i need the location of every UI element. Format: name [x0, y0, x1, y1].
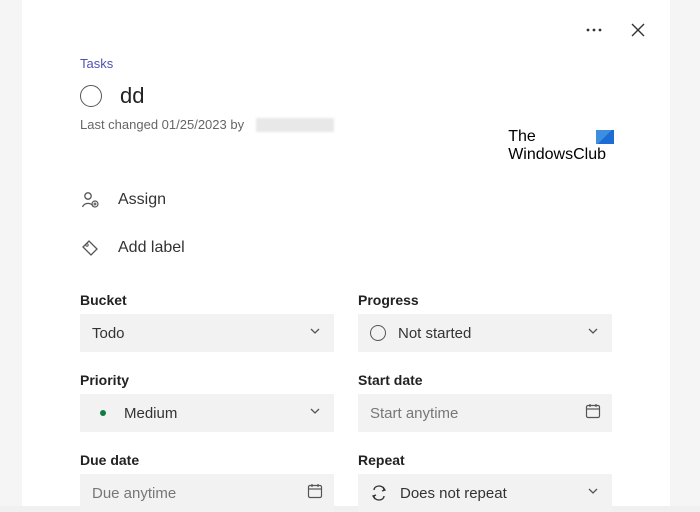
chevron-down-icon — [586, 324, 600, 342]
task-title[interactable]: dd — [120, 83, 144, 109]
add-label-button[interactable]: Add label — [80, 224, 612, 272]
assign-label: Assign — [118, 191, 166, 209]
bucket-field: Bucket Todo — [80, 282, 334, 352]
bucket-select[interactable]: Todo — [80, 314, 334, 352]
progress-value: Not started — [398, 325, 471, 342]
watermark: The WindowsClub — [508, 128, 606, 163]
progress-label: Progress — [358, 292, 612, 308]
assign-person-icon — [80, 190, 100, 210]
tag-icon — [80, 238, 100, 258]
chevron-down-icon — [308, 404, 322, 422]
title-row: dd — [80, 83, 612, 109]
start-date-input[interactable]: Start anytime — [358, 394, 612, 432]
close-button[interactable] — [624, 16, 652, 44]
meta-text: Last changed 01/25/2023 by — [80, 117, 244, 132]
due-date-placeholder: Due anytime — [92, 485, 176, 502]
priority-value: Medium — [124, 405, 177, 422]
fields-grid: Bucket Todo Progress Not started Priorit… — [80, 282, 612, 512]
priority-field: Priority Medium — [80, 362, 334, 432]
calendar-icon — [584, 402, 602, 424]
due-date-field: Due date Due anytime — [80, 442, 334, 512]
repeat-label: Repeat — [358, 452, 612, 468]
repeat-field: Repeat Does not repeat — [358, 442, 612, 512]
repeat-icon — [370, 484, 388, 502]
action-rows: Assign Add label — [80, 176, 612, 272]
start-date-placeholder: Start anytime — [370, 405, 458, 422]
repeat-value: Does not repeat — [400, 485, 507, 502]
backdrop-left — [0, 0, 22, 506]
chevron-down-icon — [586, 484, 600, 502]
repeat-select[interactable]: Does not repeat — [358, 474, 612, 512]
calendar-icon — [306, 482, 324, 504]
task-detail-panel: Tasks dd Last changed 01/25/2023 by The … — [22, 0, 670, 506]
watermark-line2: WindowsClub — [508, 146, 606, 164]
progress-select[interactable]: Not started — [358, 314, 612, 352]
assign-button[interactable]: Assign — [80, 176, 612, 224]
author-redacted — [256, 118, 334, 132]
due-date-input[interactable]: Due anytime — [80, 474, 334, 512]
bucket-label: Bucket — [80, 292, 334, 308]
priority-select[interactable]: Medium — [80, 394, 334, 432]
add-label-text: Add label — [118, 239, 185, 257]
windows-flag-icon — [596, 130, 614, 144]
due-date-label: Due date — [80, 452, 334, 468]
priority-label: Priority — [80, 372, 334, 388]
progress-field: Progress Not started — [358, 282, 612, 352]
not-started-circle-icon — [370, 325, 386, 341]
backdrop-right — [670, 0, 700, 506]
topbar — [580, 16, 652, 44]
ellipsis-icon — [584, 20, 604, 40]
priority-medium-dot-icon — [100, 410, 106, 416]
close-icon — [629, 21, 647, 39]
watermark-line1: The — [508, 128, 606, 146]
start-date-field: Start date Start anytime — [358, 362, 612, 432]
start-date-label: Start date — [358, 372, 612, 388]
chevron-down-icon — [308, 324, 322, 342]
complete-task-checkbox[interactable] — [80, 85, 102, 107]
bucket-value: Todo — [92, 325, 125, 342]
more-options-button[interactable] — [580, 16, 608, 44]
breadcrumb[interactable]: Tasks — [80, 0, 612, 71]
